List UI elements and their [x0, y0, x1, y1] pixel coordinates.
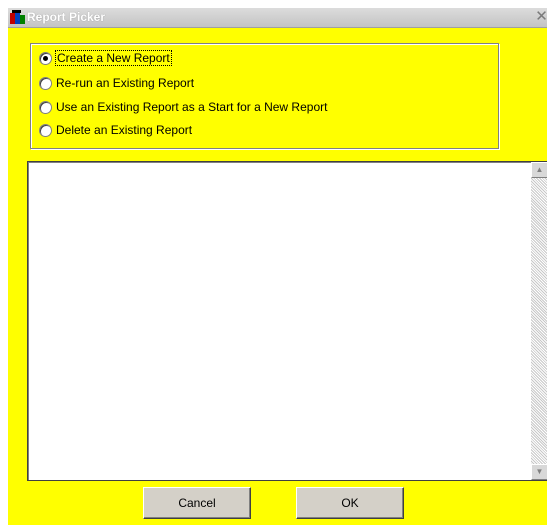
report-picker-dialog: Report Picker ✕ Create a New Report Re-r…: [8, 8, 547, 525]
window-title: Report Picker: [27, 10, 106, 24]
report-action-group: Create a New Report Re-run an Existing R…: [30, 43, 499, 149]
radio-button[interactable]: [39, 76, 52, 90]
radio-button[interactable]: [39, 100, 52, 114]
ok-button[interactable]: OK: [296, 487, 404, 519]
option-label: Create a New Report: [55, 50, 172, 66]
title-bar[interactable]: Report Picker ✕: [8, 8, 547, 28]
cancel-button[interactable]: Cancel: [143, 487, 251, 519]
report-app-icon: [10, 10, 26, 25]
close-icon[interactable]: ✕: [533, 9, 547, 25]
option-delete-existing-report[interactable]: Delete an Existing Report: [39, 122, 192, 138]
report-list[interactable]: ▲ ▼: [27, 161, 547, 481]
option-label: Use an Existing Report as a Start for a …: [56, 100, 328, 114]
option-use-existing-as-start[interactable]: Use an Existing Report as a Start for a …: [39, 99, 327, 115]
scroll-up-icon[interactable]: ▲: [531, 162, 547, 178]
scroll-down-icon[interactable]: ▼: [531, 464, 547, 480]
radio-button[interactable]: [39, 123, 52, 137]
radio-button-selected[interactable]: [39, 51, 52, 65]
option-create-new-report[interactable]: Create a New Report: [39, 50, 172, 66]
option-rerun-existing-report[interactable]: Re-run an Existing Report: [39, 75, 194, 91]
option-label: Re-run an Existing Report: [56, 76, 195, 90]
option-label: Delete an Existing Report: [56, 123, 193, 137]
vertical-scrollbar[interactable]: ▲ ▼: [531, 162, 547, 480]
